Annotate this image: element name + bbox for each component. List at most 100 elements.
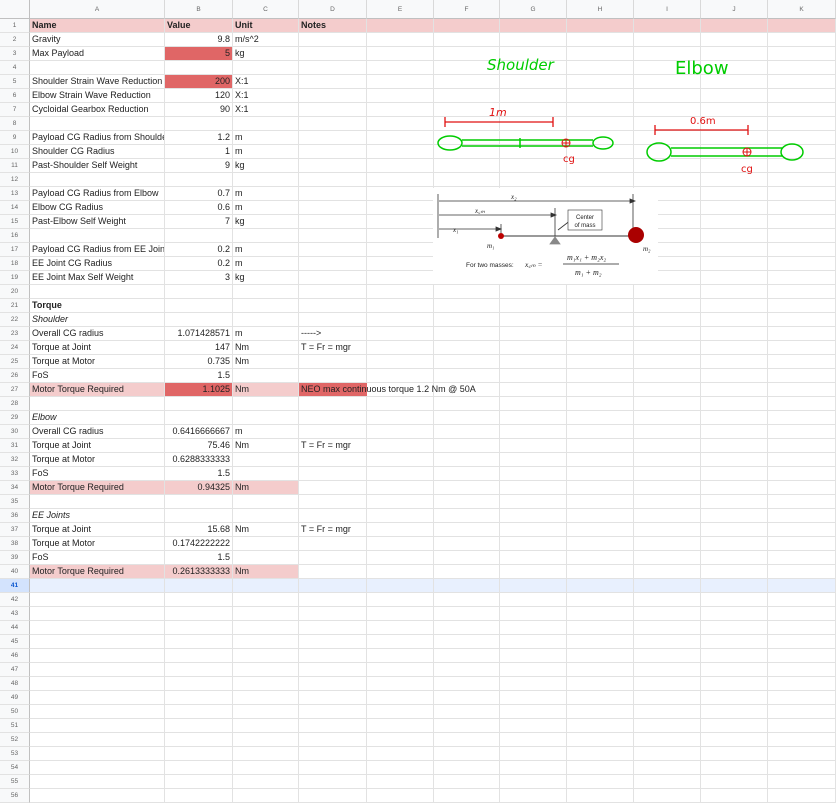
cell-d14[interactable] — [299, 201, 367, 215]
cell-h42[interactable] — [567, 593, 634, 607]
cell-i38[interactable] — [634, 537, 701, 551]
cell-f34[interactable] — [434, 481, 500, 495]
cell-k21[interactable] — [768, 299, 836, 313]
cell-b29[interactable] — [165, 411, 233, 425]
cell-a30[interactable]: Overall CG radius — [30, 425, 165, 439]
cell-k15[interactable] — [768, 215, 836, 229]
cell-a43[interactable] — [30, 607, 165, 621]
row-header[interactable]: 21 — [0, 299, 30, 313]
cell-k24[interactable] — [768, 341, 836, 355]
cell-h33[interactable] — [567, 467, 634, 481]
column-header-c[interactable]: C — [233, 0, 299, 19]
cell-d10[interactable] — [299, 145, 367, 159]
cell-c10[interactable]: m — [233, 145, 299, 159]
cell-b41[interactable] — [165, 579, 233, 593]
cell-b46[interactable] — [165, 649, 233, 663]
cell-b21[interactable] — [165, 299, 233, 313]
cell-b27[interactable]: 1.1025 — [165, 383, 233, 397]
row-header[interactable]: 26 — [0, 369, 30, 383]
cell-a34[interactable]: Motor Torque Required — [30, 481, 165, 495]
cell-k45[interactable] — [768, 635, 836, 649]
column-header-k[interactable]: K — [768, 0, 836, 19]
cell-d48[interactable] — [299, 677, 367, 691]
cell-d20[interactable] — [299, 285, 367, 299]
cell-g28[interactable] — [500, 397, 567, 411]
cell-b16[interactable] — [165, 229, 233, 243]
cell-d26[interactable] — [299, 369, 367, 383]
row-header[interactable]: 20 — [0, 285, 30, 299]
cell-k35[interactable] — [768, 495, 836, 509]
cell-b19[interactable]: 3 — [165, 271, 233, 285]
cell-f48[interactable] — [434, 677, 500, 691]
cell-e16[interactable] — [367, 229, 434, 243]
cell-g35[interactable] — [500, 495, 567, 509]
cell-g46[interactable] — [500, 649, 567, 663]
cell-i20[interactable] — [634, 285, 701, 299]
cell-j35[interactable] — [701, 495, 768, 509]
cell-d44[interactable] — [299, 621, 367, 635]
row-header[interactable]: 5 — [0, 75, 30, 89]
cell-d4[interactable] — [299, 61, 367, 75]
cell-d51[interactable] — [299, 719, 367, 733]
cell-d2[interactable] — [299, 33, 367, 47]
cell-h47[interactable] — [567, 663, 634, 677]
cell-c46[interactable] — [233, 649, 299, 663]
row-header[interactable]: 1 — [0, 19, 30, 33]
cell-c6[interactable]: X:1 — [233, 89, 299, 103]
cell-a20[interactable] — [30, 285, 165, 299]
cell-c8[interactable] — [233, 117, 299, 131]
cell-h55[interactable] — [567, 775, 634, 789]
cell-g24[interactable] — [500, 341, 567, 355]
cell-j39[interactable] — [701, 551, 768, 565]
cell-a28[interactable] — [30, 397, 165, 411]
cell-b17[interactable]: 0.2 — [165, 243, 233, 257]
cell-j49[interactable] — [701, 691, 768, 705]
row-header[interactable]: 10 — [0, 145, 30, 159]
cell-h53[interactable] — [567, 747, 634, 761]
cell-d47[interactable] — [299, 663, 367, 677]
column-header-d[interactable]: D — [299, 0, 367, 19]
cell-b40[interactable]: 0.2613333333 — [165, 565, 233, 579]
cell-k36[interactable] — [768, 509, 836, 523]
cell-a56[interactable] — [30, 789, 165, 803]
cell-c31[interactable]: Nm — [233, 439, 299, 453]
cell-g56[interactable] — [500, 789, 567, 803]
cell-b34[interactable]: 0.94325 — [165, 481, 233, 495]
cell-c3[interactable]: kg — [233, 47, 299, 61]
cell-h32[interactable] — [567, 453, 634, 467]
cell-d52[interactable] — [299, 733, 367, 747]
cell-j41[interactable] — [701, 579, 768, 593]
cell-e17[interactable] — [367, 243, 434, 257]
cell-a46[interactable] — [30, 649, 165, 663]
cell-c40[interactable]: Nm — [233, 565, 299, 579]
cell-e5[interactable] — [367, 75, 434, 89]
cell-f51[interactable] — [434, 719, 500, 733]
cell-c12[interactable] — [233, 173, 299, 187]
cell-b55[interactable] — [165, 775, 233, 789]
cell-j17[interactable] — [701, 243, 768, 257]
cell-k40[interactable] — [768, 565, 836, 579]
cell-e56[interactable] — [367, 789, 434, 803]
cell-c34[interactable]: Nm — [233, 481, 299, 495]
cell-e45[interactable] — [367, 635, 434, 649]
row-header[interactable]: 4 — [0, 61, 30, 75]
cell-g42[interactable] — [500, 593, 567, 607]
cell-k51[interactable] — [768, 719, 836, 733]
cell-d43[interactable] — [299, 607, 367, 621]
cell-k28[interactable] — [768, 397, 836, 411]
cell-a25[interactable]: Torque at Motor — [30, 355, 165, 369]
cell-h23[interactable] — [567, 327, 634, 341]
row-header[interactable]: 56 — [0, 789, 30, 803]
cell-d25[interactable] — [299, 355, 367, 369]
row-header[interactable]: 27 — [0, 383, 30, 397]
cell-i29[interactable] — [634, 411, 701, 425]
cell-i1[interactable] — [634, 19, 701, 33]
cell-k56[interactable] — [768, 789, 836, 803]
cell-a6[interactable]: Elbow Strain Wave Reduction — [30, 89, 165, 103]
cell-b33[interactable]: 1.5 — [165, 467, 233, 481]
cell-e41[interactable] — [367, 579, 434, 593]
cell-k42[interactable] — [768, 593, 836, 607]
cell-g26[interactable] — [500, 369, 567, 383]
cell-a1[interactable]: Name — [30, 19, 165, 33]
cell-e14[interactable] — [367, 201, 434, 215]
